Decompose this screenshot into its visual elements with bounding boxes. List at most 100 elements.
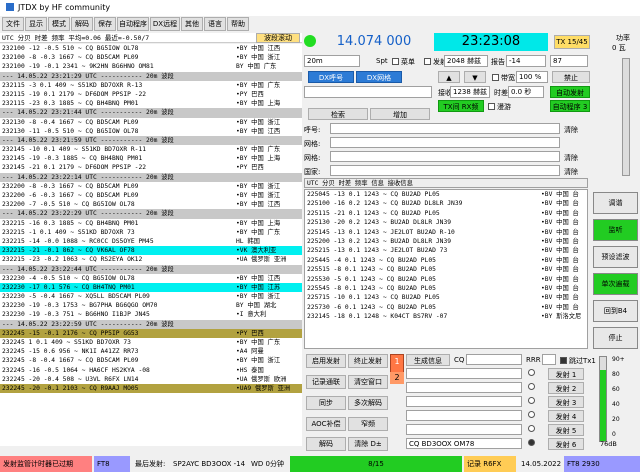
tx-rx-freq-button[interactable]: TX间 RX频 (438, 100, 484, 112)
decode-row[interactable]: 225115 -21 0.1 1243 ~ CQ BU2AD PL05 •BV 中… (305, 209, 587, 218)
tx6-button[interactable]: 发射 6 (548, 438, 584, 450)
rx-frequency-list[interactable]: 225045 -13 0.1 1243 ~ CQ BU2AD PL05 •BV 中… (304, 189, 588, 349)
tx-period-button[interactable]: TX 15/45 (554, 35, 590, 49)
bandwidth-field[interactable]: 100 % (516, 71, 548, 83)
clear-dx-button[interactable]: 清除 D± (348, 437, 388, 451)
menu-mode[interactable]: 模式 (48, 17, 70, 31)
menu-auto-seq[interactable]: 自动程序 (117, 17, 149, 31)
stop-monitor-button[interactable]: 停止 (593, 327, 638, 349)
decode-row[interactable]: 232215 -23 -0.2 1063 ~ CQ RS2EYA OK12 •UA… (0, 255, 302, 264)
decode-row[interactable]: 232145 -21 0.1 2179 ~ DF6DOM PPSIP -22 •P… (0, 163, 302, 172)
menu-file[interactable]: 文件 (2, 17, 24, 31)
report-field[interactable]: -14 (506, 55, 546, 67)
tx3-message-field[interactable] (406, 396, 522, 407)
decode-row[interactable]: 232100 -19 -0.1 2341 ~ 9K2HN BG6HNO OM81… (0, 62, 302, 71)
auto-seq-button[interactable]: 自动程序 3 (550, 100, 590, 112)
decode-row[interactable]: --- 14.05.22 23:22:14 UTC ----------- 20… (0, 172, 302, 182)
generate-msgs-button[interactable]: 生成信息 (406, 354, 450, 366)
menu-save[interactable]: 保存 (94, 17, 116, 31)
decode-row[interactable]: 225530 -5 0.1 1243 ~ CQ BU2AD PL05 •BV 中国… (305, 275, 587, 284)
band-scroll-button[interactable]: 波段滚动 (256, 33, 300, 43)
multi-decode-button[interactable]: 多次解码 (348, 396, 388, 410)
tx6-message-field[interactable]: CQ BD3OOX OM78 (406, 438, 522, 449)
delay-field[interactable]: 0.0 秒 (508, 86, 544, 98)
dx-call-field[interactable] (304, 86, 432, 98)
add-button[interactable]: 增加 (370, 108, 430, 120)
decode-row[interactable]: 232245 1 0.1 409 ~ S51KD BD7OXR 73 •BY 中国… (0, 338, 302, 347)
clear-grid[interactable]: 清除 (564, 153, 578, 163)
decode-row[interactable]: 232115 -23 0.3 1885 ~ CQ BH4BNQ PM01 •BY … (0, 99, 302, 108)
call-info-field[interactable] (330, 123, 560, 134)
decode-row[interactable]: --- 14.05.22 23:22:44 UTC ----------- 20… (0, 264, 302, 274)
single-load-button[interactable]: 单次遍载 (593, 273, 638, 295)
clear-call[interactable]: 清除 (564, 125, 578, 135)
tx5-message-field[interactable] (406, 424, 522, 435)
dx-call-button[interactable]: DX呼号 (308, 71, 354, 83)
decode-row[interactable]: --- 14.05.22 23:22:59 UTC ----------- 20… (0, 319, 302, 329)
tx3-radio[interactable] (528, 397, 537, 405)
decode-row[interactable]: 232100 -8 -0.3 1667 ~ CQ BD5CAM PL09 •BY … (0, 53, 302, 62)
down-arrow-button[interactable]: ▼ (464, 71, 486, 83)
decode-row[interactable]: --- 14.05.22 23:22:29 UTC ----------- 20… (0, 209, 302, 219)
decode-button[interactable]: 解码 (306, 437, 346, 451)
decode-row[interactable]: 232245 -15 -0.1 2176 ~ CQ PP5IP GG53 •PY … (0, 328, 302, 338)
decode-row[interactable]: 232145 -18 0.1 1248 ~ K04CT BS7RV -07 •BY… (305, 312, 587, 321)
rx-freq-field[interactable]: 1238 赫兹 (450, 86, 490, 98)
band-select[interactable]: 20m (304, 55, 360, 67)
rrr-field[interactable] (542, 354, 556, 365)
halt-tx-button[interactable]: 终止发射 (348, 354, 388, 368)
menu-checkbox[interactable]: 菜单 (392, 57, 415, 67)
decode-row[interactable]: 232245 -20 -0.4 508 ~ U3VL R6FX LN14 •UA … (0, 375, 302, 384)
decode-row[interactable]: 225715 -10 0.1 1243 ~ CQ BU2AD PL05 •BV 中… (305, 293, 587, 302)
tx-freq-field[interactable]: 2048 赫兹 (444, 55, 488, 67)
tune-button[interactable]: 调谐 (593, 192, 638, 214)
decode-row[interactable]: --- 14.05.22 23:21:59 UTC ----------- 20… (0, 135, 302, 146)
enable-tx-button[interactable]: 启用发射 (306, 354, 346, 368)
decode-row[interactable]: 232130 -11 -0.5 510 ~ CQ BG5IOW OL78 •BY … (0, 127, 302, 136)
menu-language[interactable]: 语言 (204, 17, 226, 31)
stop-button[interactable]: 禁止 (552, 71, 590, 83)
decode-row[interactable]: 225545 -8 0.1 1243 ~ CQ BU2AD PL05 •BV 中国… (305, 284, 587, 293)
tx2-message-field[interactable] (406, 382, 522, 393)
up-arrow-button[interactable]: ▲ (438, 71, 460, 83)
decode-row[interactable]: 225200 -13 0.2 1243 ~ BU2AD DL8LR JN39 •B… (305, 237, 587, 246)
tx6-radio[interactable] (528, 439, 537, 447)
decode-row[interactable]: 232130 -8 -0.4 1667 ~ CQ BD5CAM PL09 •BY … (0, 118, 302, 127)
menu-dx-remote[interactable]: DX远程 (150, 17, 180, 31)
decode-row[interactable]: 232245 -20 -0.1 2103 ~ CQ R9AAJ MO05 •UA9… (0, 383, 302, 394)
tx1-button[interactable]: 发射 1 (548, 368, 584, 380)
decode-row[interactable]: --- 14.05.22 23:21:44 UTC ----------- 20… (0, 108, 302, 118)
decode-row[interactable]: 232245 -16 -0.5 1064 ~ HA6CF HS2KYA -08 •… (0, 366, 302, 375)
power-slider[interactable] (622, 58, 630, 176)
tx1-message-field[interactable] (406, 368, 522, 379)
decode-row[interactable]: 232230 -5 -0.4 1667 ~ XQ5LL BD5CAM PL09 •… (0, 292, 302, 301)
roam-checkbox[interactable]: 漫游 (488, 102, 511, 112)
monitor-button[interactable]: 监听 (593, 219, 638, 241)
decode-row[interactable]: 232200 -8 -0.3 1667 ~ CQ BD5CAM PL09 •BY … (0, 182, 302, 191)
decode-row[interactable]: 232215 -14 -0.0 1088 ~ RC0CC DS5OYE PM45… (0, 237, 302, 246)
tx1-radio[interactable] (528, 369, 537, 377)
tx4-button[interactable]: 发射 4 (548, 410, 584, 422)
decode-row[interactable]: 232200 -7 -0.5 510 ~ CQ BG5IOW OL78 •BY 中… (0, 200, 302, 209)
decode-row[interactable]: 232230 -4 -0.5 510 ~ CQ BG5IOW OL78 •BY 中… (0, 274, 302, 283)
tx2-button[interactable]: 发射 2 (548, 382, 584, 394)
decode-row[interactable]: 232215 -1 0.1 409 ~ S51KD BD7OXR 73 •BY 中… (0, 228, 302, 237)
bandwidth-checkbox[interactable]: 带宽 (492, 73, 515, 83)
preset-filter-button[interactable]: 预设滤波 (593, 246, 638, 268)
log-qso-button[interactable]: 记录通联 (306, 375, 346, 389)
menu-view[interactable]: 显示 (25, 17, 47, 31)
country-info-field[interactable] (330, 165, 560, 176)
menu-decode[interactable]: 解码 (71, 17, 93, 31)
decode-row[interactable]: 232230 -19 -0.3 751 ~ BG6HNO I1BJP JN45 •… (0, 310, 302, 319)
decode-row[interactable]: 232145 -10 0.1 409 ~ S51KD BD7OXR R-11 •B… (0, 145, 302, 154)
clear-country[interactable]: 清除 (564, 167, 578, 177)
decode-row[interactable]: 225100 -16 0.2 1243 ~ CQ BU2AD DL8LR JN3… (305, 199, 587, 208)
decode-row[interactable]: 225515 -8 0.1 1243 ~ CQ BU2AD PL05 •BV 中国… (305, 265, 587, 274)
decode-row[interactable]: 225445 -4 0.1 1243 ~ CQ BU2AD PL05 •BV 中国… (305, 256, 587, 265)
value-87-field[interactable]: 87 (550, 55, 588, 67)
decode-row[interactable]: --- 14.05.22 23:21:29 UTC ----------- 20… (0, 71, 302, 81)
cq-field[interactable] (466, 354, 522, 365)
tx2-radio[interactable] (528, 383, 537, 391)
decode-row[interactable]: 225130 -20 0.2 1243 ~ BU2AD DL8LR JN39 •B… (305, 218, 587, 227)
decode-row[interactable]: 232230 -17 0.1 576 ~ CQ BH4TNQ PM01 •BY 中… (0, 282, 302, 293)
